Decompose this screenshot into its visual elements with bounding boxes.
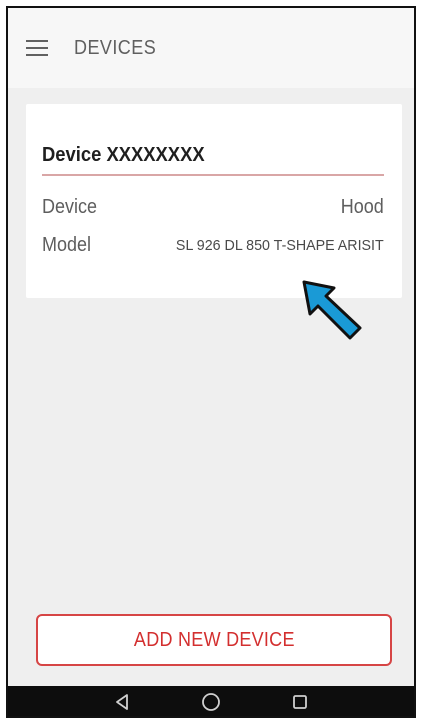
home-circle-icon[interactable] xyxy=(199,690,223,714)
add-new-device-button[interactable]: ADD NEW DEVICE xyxy=(36,614,392,666)
model-label: Model xyxy=(42,233,92,256)
device-type-row: Device Hood xyxy=(42,192,384,222)
add-new-device-label: ADD NEW DEVICE xyxy=(133,628,295,651)
page-title: DEVICES xyxy=(74,36,157,59)
recents-square-icon[interactable] xyxy=(288,690,312,714)
model-value: SL 926 DL 850 T-SHAPE ARISIT xyxy=(176,236,384,254)
device-card[interactable]: Device XXXXXXXX Device Hood Model SL 926… xyxy=(26,104,402,298)
back-triangle-icon[interactable] xyxy=(110,690,134,714)
android-nav-bar xyxy=(8,686,414,716)
title-divider xyxy=(42,174,384,176)
device-name: Device XXXXXXXX xyxy=(42,144,205,166)
model-row: Model SL 926 DL 850 T-SHAPE ARISIT xyxy=(42,230,384,260)
device-type-value: Hood xyxy=(340,195,384,218)
app-bar: DEVICES xyxy=(8,8,414,88)
hamburger-menu-icon[interactable] xyxy=(26,40,48,56)
phone-screen: DEVICES Device XXXXXXXX Device Hood Mode… xyxy=(6,6,416,718)
pointer-arrow-icon xyxy=(302,280,362,340)
device-type-label: Device xyxy=(42,195,98,218)
